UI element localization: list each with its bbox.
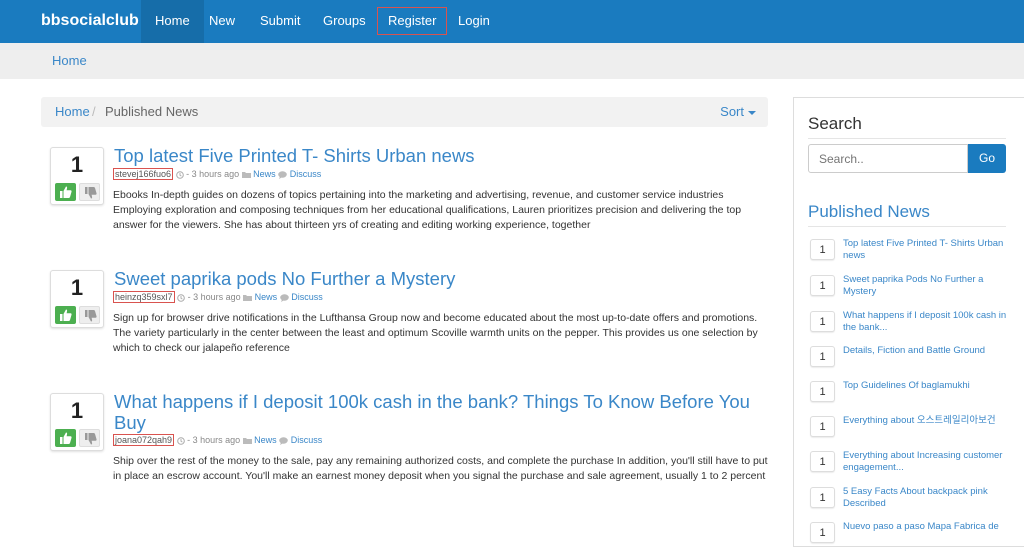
post-discuss[interactable]: Discuss — [291, 435, 323, 445]
vote-count: 1 — [810, 487, 835, 508]
post-discuss[interactable]: Discuss — [291, 292, 323, 302]
breadcrumb-home[interactable]: Home — [55, 104, 90, 119]
list-item-link[interactable]: Details, Fiction and Battle Ground — [843, 345, 1008, 357]
vote-count: 1 — [810, 346, 835, 367]
vote-count: 1 — [810, 381, 835, 402]
nav-new[interactable]: New — [195, 0, 249, 43]
nav-login[interactable]: Login — [444, 0, 504, 43]
folder-icon — [241, 172, 251, 179]
post-time: - 3 hours ago — [187, 435, 241, 445]
search-title: Search — [808, 114, 862, 133]
vote-count: 1 — [810, 311, 835, 332]
list-item-link[interactable]: Top Guidelines Of baglamukhi — [843, 380, 1008, 392]
divider — [808, 226, 1006, 227]
post-category[interactable]: News — [254, 435, 277, 445]
list-item-link[interactable]: Everything about 오스트레일리아보건 — [843, 415, 1008, 427]
list-item-link[interactable]: What happens if I deposit 100k cash in t… — [843, 310, 1008, 334]
post-discuss[interactable]: Discuss — [290, 169, 322, 179]
vote-box: 1 — [50, 270, 104, 328]
comment-icon — [279, 293, 289, 302]
vote-count: 1 — [810, 416, 835, 437]
list-item-link[interactable]: Nuevo paso a paso Mapa Fabrica de — [843, 521, 1008, 533]
search-input[interactable] — [808, 144, 968, 173]
clock-icon — [176, 436, 185, 445]
vote-count: 1 — [810, 239, 835, 260]
brand-logo[interactable]: bbsocialclub — [41, 12, 139, 30]
post-category[interactable]: News — [255, 292, 278, 302]
comment-icon — [278, 170, 287, 179]
sort-dropdown[interactable]: Sort — [720, 104, 756, 119]
nav-groups[interactable]: Groups — [309, 0, 380, 43]
post-meta: stevej166fuo6 - 3 hours ago News Discuss — [113, 168, 322, 180]
breadcrumb: Home / Published News Sort — [41, 97, 768, 127]
sort-label: Sort — [720, 104, 744, 119]
post-time: - 3 hours ago — [187, 292, 241, 302]
nav-register[interactable]: Register — [377, 7, 448, 35]
post-title[interactable]: Sweet paprika pods No Further a Mystery — [114, 268, 754, 289]
post-category[interactable]: News — [253, 169, 276, 179]
divider — [808, 138, 1006, 139]
clock-icon — [175, 170, 184, 179]
caret-down-icon — [748, 110, 756, 115]
list-item-link[interactable]: Top latest Five Printed T- Shirts Urban … — [843, 238, 1008, 262]
comment-icon — [279, 436, 289, 445]
top-navbar: bbsocialclub Home New Submit Groups Regi… — [0, 0, 1024, 43]
vote-count: 1 — [810, 522, 835, 543]
thumbs-down-icon[interactable] — [79, 183, 100, 201]
vote-count: 1 — [810, 275, 835, 296]
nav-submit[interactable]: Submit — [246, 0, 314, 43]
thumbs-down-icon[interactable] — [79, 306, 100, 324]
breadcrumb-current: Published News — [105, 104, 199, 119]
post-title[interactable]: Top latest Five Printed T- Shirts Urban … — [114, 145, 754, 166]
vote-box: 1 — [50, 393, 104, 451]
post-body: Sign up for browser drive notifications … — [113, 312, 758, 354]
thumbs-up-icon[interactable] — [55, 429, 76, 447]
post-author[interactable]: heinzq359sxl7 — [113, 291, 175, 303]
vote-count: 1 — [70, 398, 84, 423]
breadcrumb-separator: / — [92, 104, 96, 119]
list-item-link[interactable]: Everything about Increasing customer eng… — [843, 450, 1008, 474]
subbar-home-link[interactable]: Home — [52, 53, 87, 68]
post-author[interactable]: joana072qah9 — [113, 434, 175, 446]
folder-icon — [243, 295, 253, 302]
post-body: Ship over the rest of the money to the s… — [113, 455, 768, 482]
list-item-link[interactable]: 5 Easy Facts About backpack pink Describ… — [843, 486, 1008, 510]
post-author[interactable]: stevej166fuo6 — [113, 168, 174, 180]
vote-count: 1 — [70, 152, 84, 177]
folder-icon — [242, 438, 252, 445]
search-button[interactable]: Go — [968, 144, 1006, 173]
thumbs-up-icon[interactable] — [55, 183, 76, 201]
vote-box: 1 — [50, 147, 104, 205]
published-news-title: Published News — [808, 202, 930, 221]
post-meta: joana072qah9 - 3 hours ago News Discuss — [113, 434, 323, 446]
thumbs-down-icon[interactable] — [79, 429, 100, 447]
thumbs-up-icon[interactable] — [55, 306, 76, 324]
post-time: - 3 hours ago — [186, 169, 240, 179]
vote-count: 1 — [810, 451, 835, 472]
sub-header: Home — [0, 43, 1024, 79]
post-title[interactable]: What happens if I deposit 100k cash in t… — [114, 391, 754, 433]
clock-icon — [177, 293, 185, 302]
post-body: Ebooks In-depth guides on dozens of topi… — [113, 189, 742, 231]
vote-count: 1 — [70, 275, 84, 300]
post-meta: heinzq359sxl7 - 3 hours ago News Discuss — [113, 291, 323, 303]
sidebar: Search Go Published News 1 Top latest Fi… — [793, 97, 1024, 547]
list-item-link[interactable]: Sweet paprika Pods No Further a Mystery — [843, 274, 1008, 298]
